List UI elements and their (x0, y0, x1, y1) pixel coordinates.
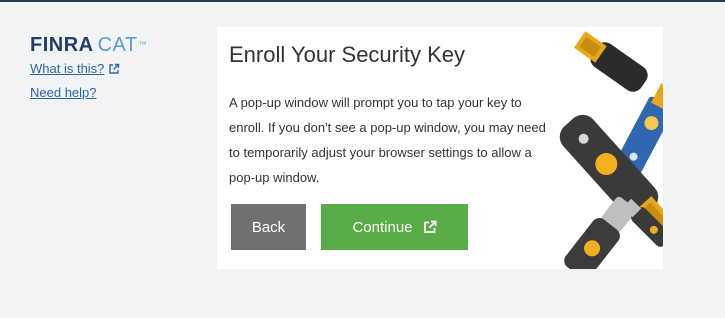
logo-trademark: ™ (138, 40, 148, 49)
external-link-icon (109, 63, 120, 74)
finra-cat-logo: FINRA CAT ™ (30, 34, 200, 56)
card-title: Enroll Your Security Key (229, 42, 466, 67)
need-help-link[interactable]: Need help? (30, 85, 200, 101)
what-is-this-link[interactable]: What is this? (30, 61, 200, 77)
sidebar: FINRA CAT ™ What is this? Need help? (30, 34, 200, 101)
continue-button-label: Continue (352, 218, 413, 236)
what-is-this-label: What is this? (30, 61, 105, 76)
security-keys-illustration (559, 31, 663, 269)
logo-product: CAT (97, 34, 138, 56)
card-instructions: A pop-up window will prompt you to tap y… (229, 95, 546, 185)
enroll-card: Enroll Your Security Key A pop-up window… (217, 27, 663, 269)
external-link-icon (423, 220, 436, 233)
back-button[interactable]: Back (231, 204, 306, 250)
back-button-label: Back (251, 218, 286, 236)
logo-brand: FINRA (30, 34, 94, 56)
top-rule (0, 0, 725, 2)
continue-button[interactable]: Continue (321, 204, 468, 250)
